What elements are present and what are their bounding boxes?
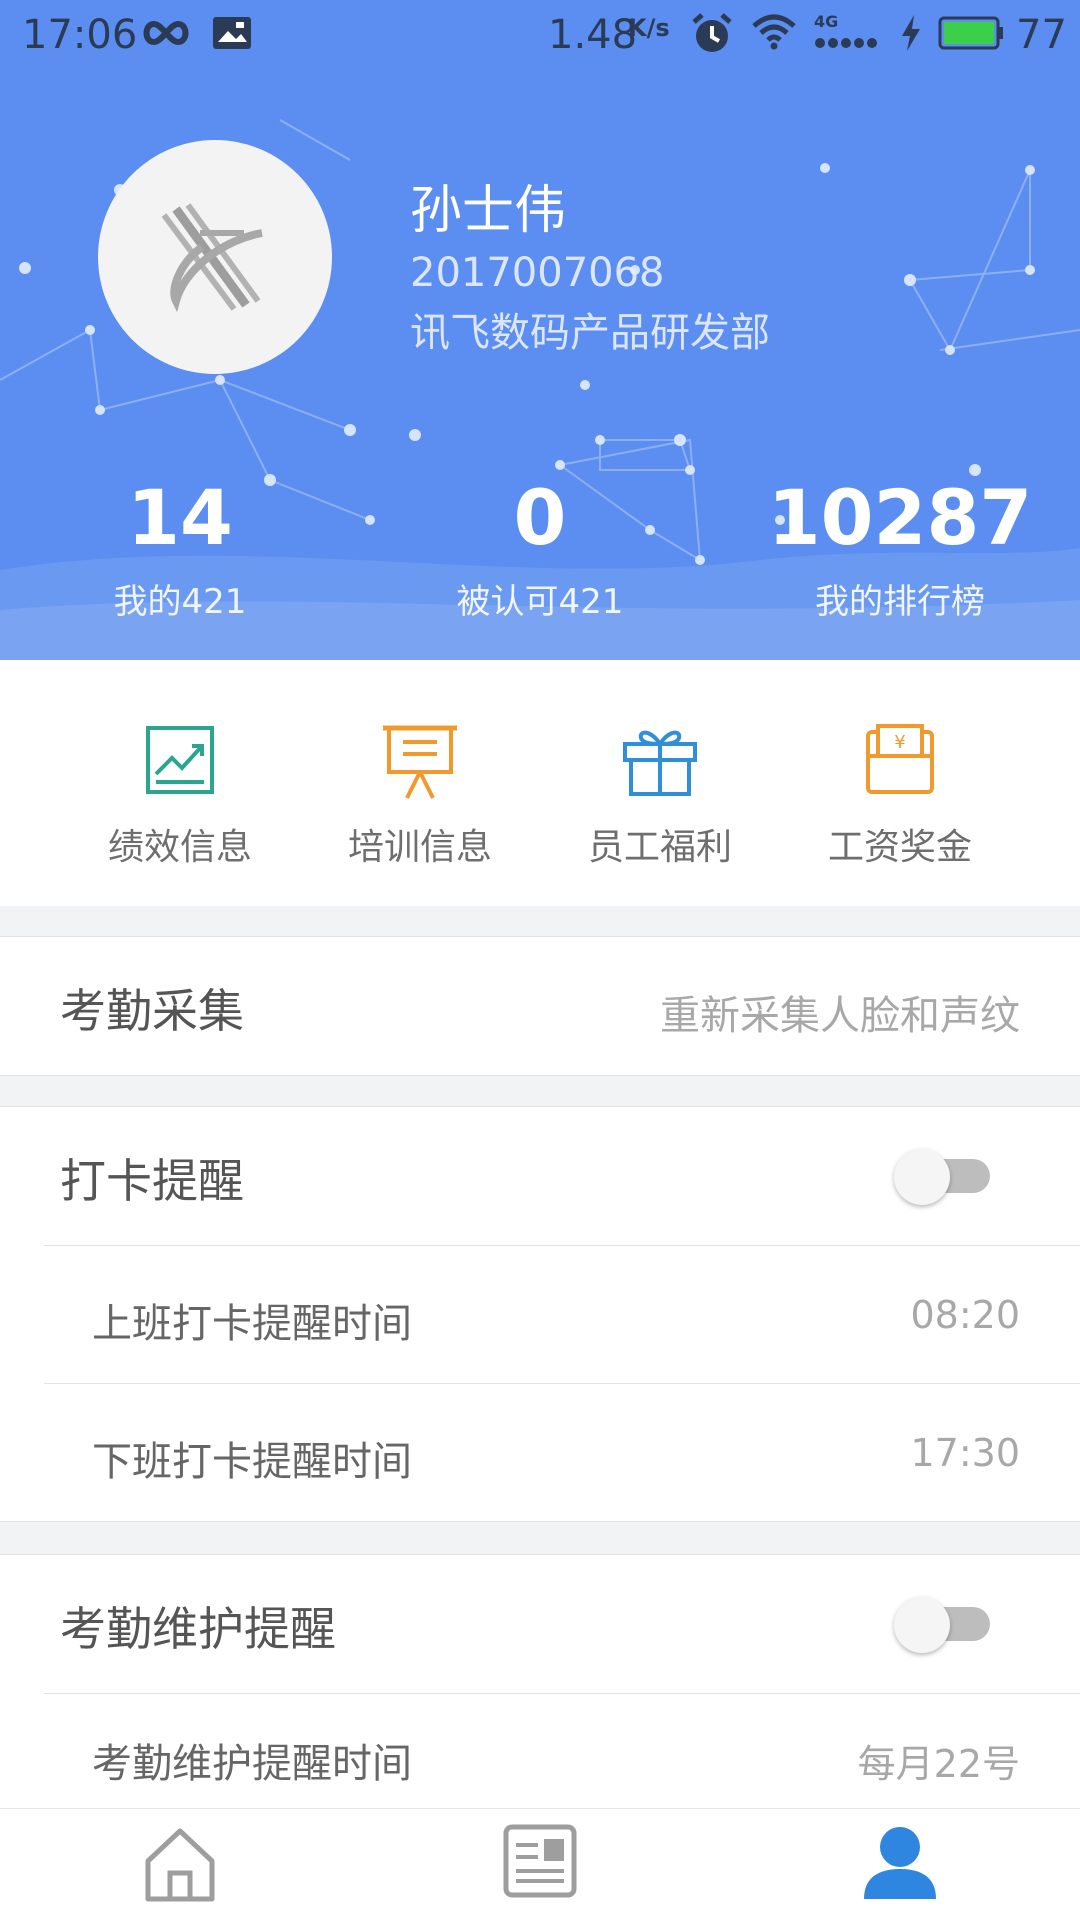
clock-reminder-title: 打卡提醒 xyxy=(60,1154,244,1208)
wallet-icon: ¥ xyxy=(866,724,934,794)
off-duty-reminder-row[interactable]: 下班打卡提醒时间 17:30 xyxy=(0,1383,1080,1521)
off-duty-time: 17:30 xyxy=(910,1431,1020,1475)
bottom-nav xyxy=(0,1808,1080,1921)
attendance-capture-section: 考勤采集 重新采集人脸和声纹 xyxy=(0,936,1080,1076)
stat-value: 14 xyxy=(127,473,233,562)
battery-icon xyxy=(938,16,1004,50)
attendance-capture-row[interactable]: 考勤采集 重新采集人脸和声纹 xyxy=(0,937,1080,1075)
maintenance-time-label: 考勤维护提醒时间 xyxy=(92,1741,412,1787)
battery-level: 77 xyxy=(1016,12,1067,58)
employee-id: 2017007068 xyxy=(410,250,665,296)
user-icon xyxy=(864,1827,936,1899)
maintenance-time-value: 每月22号 xyxy=(857,1742,1020,1786)
quick-performance[interactable]: 绩效信息 xyxy=(80,724,280,870)
quick-label: 工资奖金 xyxy=(827,827,972,868)
stat-label: 被认可421 xyxy=(456,582,624,622)
quick-menu: 绩效信息 培训信息 员工福利 ¥ 工资奖金 xyxy=(0,660,1080,906)
maintenance-reminder-title: 考勤维护提醒 xyxy=(60,1602,336,1656)
clock-reminder-section: 打卡提醒 上班打卡提醒时间 08:20 下班打卡提醒时间 17:30 xyxy=(0,1106,1080,1522)
maintenance-reminder-row: 考勤维护提醒 xyxy=(0,1555,1080,1693)
charging-icon xyxy=(900,14,922,52)
wifi-icon xyxy=(752,14,796,50)
maintenance-time-row[interactable]: 考勤维护提醒时间 每月22号 xyxy=(0,1693,1080,1809)
department: 讯飞数码产品研发部 xyxy=(410,310,770,356)
recapture-link[interactable]: 重新采集人脸和声纹 xyxy=(660,983,1020,1041)
attendance-capture-title: 考勤采集 xyxy=(60,984,244,1038)
company-logo-icon xyxy=(161,203,263,313)
maintenance-reminder-section: 考勤维护提醒 考勤维护提醒时间 每月22号 xyxy=(0,1554,1080,1809)
off-duty-label: 下班打卡提醒时间 xyxy=(92,1439,412,1485)
signal-icon xyxy=(814,36,880,50)
clock-reminder-row: 打卡提醒 xyxy=(0,1107,1080,1245)
network-type: 4G xyxy=(814,12,839,31)
presentation-icon xyxy=(383,725,457,799)
infinity-icon xyxy=(140,18,192,48)
avatar[interactable] xyxy=(98,140,332,374)
gift-icon xyxy=(623,730,697,796)
speed-unit: K/s xyxy=(628,14,670,42)
chart-icon xyxy=(146,726,214,794)
nav-home[interactable] xyxy=(120,1823,240,1915)
quick-training[interactable]: 培训信息 xyxy=(320,724,520,870)
news-icon xyxy=(503,1824,577,1898)
nav-news[interactable] xyxy=(480,1823,600,1915)
on-duty-time: 08:20 xyxy=(910,1293,1020,1337)
on-duty-label: 上班打卡提醒时间 xyxy=(92,1301,412,1347)
quick-label: 绩效信息 xyxy=(107,827,252,868)
alarm-icon xyxy=(690,12,734,56)
stat-value: 0 xyxy=(513,473,567,562)
network-speed: 1.48 xyxy=(548,12,638,58)
quick-salary[interactable]: ¥ 工资奖金 xyxy=(800,724,1000,870)
home-icon xyxy=(145,1828,215,1902)
quick-label: 培训信息 xyxy=(347,827,492,868)
profile-header: 17:06 1.48 K/s 4G 77 孙士伟 2017007068 讯飞数码… xyxy=(0,0,1080,660)
toggle-knob xyxy=(894,1149,950,1205)
stat-value: 10287 xyxy=(767,473,1033,562)
quick-welfare[interactable]: 员工福利 xyxy=(560,724,760,870)
nav-me[interactable] xyxy=(840,1823,960,1915)
stat-label: 我的421 xyxy=(113,582,247,622)
stat-ranking[interactable]: 10287 我的排行榜 xyxy=(750,480,1050,623)
stat-recognized-421[interactable]: 0 被认可421 xyxy=(390,480,690,623)
stat-label: 我的排行榜 xyxy=(815,582,985,622)
toggle-knob xyxy=(894,1597,950,1653)
clock-reminder-toggle[interactable] xyxy=(894,1149,990,1205)
profile-name: 孙士伟 xyxy=(410,181,567,241)
status-bar: 17:06 1.48 K/s 4G 77 xyxy=(0,0,1080,70)
stat-my-421[interactable]: 14 我的421 xyxy=(30,480,330,623)
svg-text:¥: ¥ xyxy=(894,732,905,753)
on-duty-reminder-row[interactable]: 上班打卡提醒时间 08:20 xyxy=(0,1245,1080,1383)
maintenance-reminder-toggle[interactable] xyxy=(894,1597,990,1653)
image-icon xyxy=(212,16,252,50)
status-time: 17:06 xyxy=(22,12,138,58)
quick-label: 员工福利 xyxy=(587,827,732,868)
